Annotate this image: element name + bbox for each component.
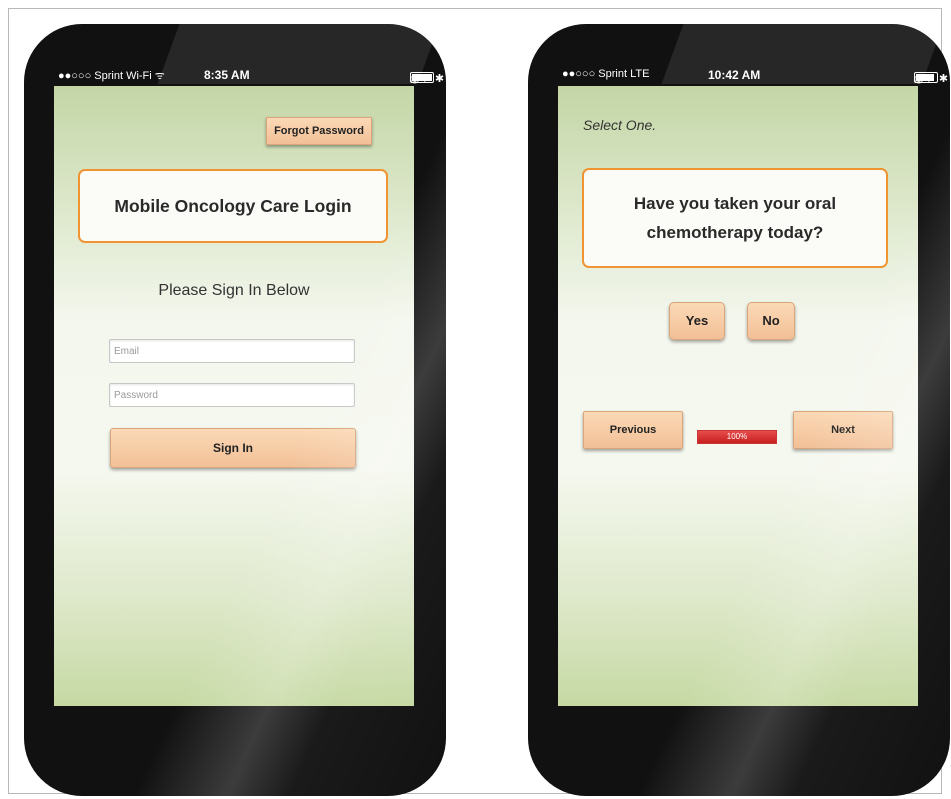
sign-in-prompt: Please Sign In Below [158,282,310,299]
password-field[interactable]: Password [109,383,355,407]
question-text: Have you taken your oral chemotherapy to… [582,168,888,268]
phone-login: ●●○○○ Sprint Wi-Fi ᯤ 8:35 AM ◉ ➚ ✱ 100% … [24,24,446,796]
question-screen: Select One. Have you taken your oral che… [558,86,918,706]
yes-button[interactable]: Yes [669,302,725,340]
previous-button[interactable]: Previous [583,411,683,449]
login-screen: Forgot Password Mobile Oncology Care Log… [54,86,414,706]
status-bar: ●●○○○ Sprint Wi-Fi ᯤ 8:35 AM ◉ ➚ ✱ 100% [54,64,446,86]
battery-icon [410,72,434,83]
clock: 10:42 AM [708,68,761,82]
battery-icon [914,72,938,83]
phone-question: ●●○○○ Sprint LTE 10:42 AM ◉ ➚ ✱ 93% Sele… [528,24,950,796]
carrier-signal: ●●○○○ Sprint Wi-Fi ᯤ [58,70,165,82]
progress-bar: 100% [697,430,777,444]
progress-label: 100% [726,432,748,441]
next-button[interactable]: Next [793,411,893,449]
instruction-text: Select One. [583,117,657,133]
login-title: Mobile Oncology Care Login [78,169,388,243]
sign-in-button[interactable]: Sign In [110,428,356,468]
status-bar: ●●○○○ Sprint LTE 10:42 AM ◉ ➚ ✱ 93% [558,64,950,86]
clock: 8:35 AM [204,68,250,82]
email-field[interactable]: Email [109,339,355,363]
no-button[interactable]: No [747,302,795,340]
forgot-password-button[interactable]: Forgot Password [266,117,372,145]
carrier-signal: ●●○○○ Sprint LTE [562,68,650,80]
